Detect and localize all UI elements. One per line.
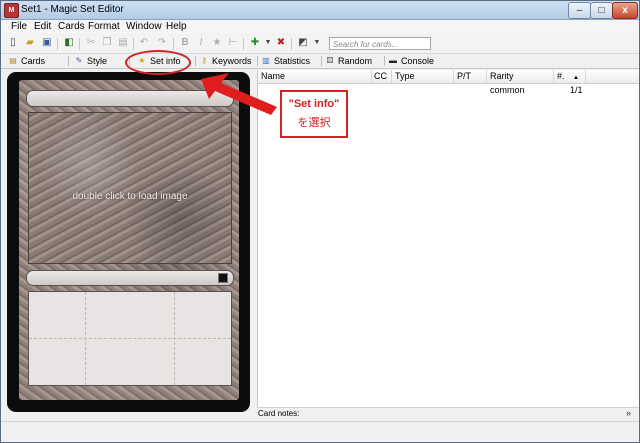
menu-format[interactable]: Format [88,21,120,32]
rotate-icon[interactable]: ◩ [297,37,309,49]
close-button[interactable]: x [612,2,638,19]
add-card-dropdown-icon[interactable]: ▼ [262,37,274,49]
new-icon[interactable]: ▯ [7,37,19,49]
column-cc-label: CC [374,71,387,81]
column-pt[interactable]: P/T [454,70,487,83]
menu-cards[interactable]: Cards [58,21,85,32]
paste-icon[interactable]: ▤ [117,37,129,49]
export-icon[interactable]: ◧ [63,37,75,49]
rotate-dropdown-icon[interactable]: ▼ [311,37,323,49]
tab-label: Statistics [274,56,311,66]
card-list-header: Name CC Type P/T Rarity #. ▲ [258,70,639,84]
remove-card-icon[interactable]: ✖ [275,37,287,49]
window-title: Set1 - Magic Set Editor [21,4,124,15]
card-type-field[interactable] [26,270,234,286]
tab-statistics[interactable]: ▥ Statistics [260,55,310,67]
set-symbol-icon[interactable] [218,273,228,283]
search-input[interactable]: Search for cards... [329,37,431,50]
tab-label: Random [338,56,373,66]
art-placeholder-text: double click to load image [72,191,188,202]
column-rarity[interactable]: Rarity [487,70,554,83]
card-art-box[interactable]: double click to load image [28,112,232,264]
annotation-arrow-icon [201,73,277,115]
app-icon: M [4,3,19,18]
reminder-icon[interactable]: ⊢ [227,37,239,49]
annotation-line-2: を選択 [297,117,331,129]
undo-icon[interactable]: ↶ [138,37,150,49]
menu-edit[interactable]: Edit [34,21,51,32]
cards-icon: ▤ [9,56,17,65]
column-number[interactable]: #. ▲ [554,70,586,83]
column-type[interactable]: Type [392,70,454,83]
toolbar: ▯ ▰ ▣ ◧ ✂ ❐ ▤ ↶ ↷ B I ★ ⊢ ✚ ▼ ✖ ◩ ▼ Sear… [1,35,639,54]
annotation-callout: "Set info" を選択 [280,90,348,138]
menu-window[interactable]: Window [126,21,162,32]
bold-icon[interactable]: B [179,37,191,49]
console-icon: ▬ [389,56,397,65]
maximize-button[interactable]: □ [590,2,613,19]
tab-label: Console [401,56,435,66]
cell-rarity: common [490,85,525,95]
tab-style[interactable]: ✎ Style [73,55,107,67]
menu-help[interactable]: Help [166,21,187,32]
redo-icon[interactable]: ↷ [156,37,168,49]
save-icon[interactable]: ▣ [41,37,53,49]
minimize-button[interactable]: – [568,2,591,19]
bar-chart-icon: ▥ [262,56,270,65]
cell-number: 1/1 [570,85,583,95]
card-face: double click to load image [19,80,239,400]
status-bar [1,421,639,442]
highlight-circle [125,50,191,75]
sort-indicator-icon: ▲ [573,75,579,81]
expand-notes-icon[interactable]: » [626,408,631,418]
tab-keywords[interactable]: ⚷ Keywords [198,55,252,67]
add-card-icon[interactable]: ✚ [249,37,261,49]
open-icon[interactable]: ▰ [24,37,36,49]
symbol-icon[interactable]: ★ [211,37,223,49]
tab-bar: ▤ Cards ✎ Style ★ Set info ⚷ Keywords ▥ Stati… [1,54,639,69]
card-text-box[interactable] [28,291,232,386]
italic-icon[interactable]: I [195,37,207,49]
title-bar: M Set1 - Magic Set Editor – □ x [1,1,639,20]
copy-icon[interactable]: ❐ [101,37,113,49]
dice-icon: ⚄ [326,56,334,65]
tab-label: Keywords [212,56,252,66]
key-icon: ⚷ [201,56,207,65]
tab-label: Cards [21,56,46,66]
tab-console[interactable]: ▬ Console [387,55,434,67]
column-number-label: #. [557,71,565,81]
card-preview-pane: double click to load image [6,71,252,413]
card-notes-bar: Card notes: » [257,407,639,420]
brush-icon: ✎ [75,56,83,65]
tab-label: Style [87,56,108,66]
annotation-line-1: "Set info" [288,98,340,110]
tab-cards[interactable]: ▤ Cards [7,55,45,67]
menu-bar: File Edit Cards Format Window Help [1,20,639,34]
card-notes-label: Card notes: [258,409,300,418]
tab-random[interactable]: ⚄ Random [324,55,373,67]
app-window: M Set1 - Magic Set Editor – □ x File Edi… [0,0,640,443]
cut-icon[interactable]: ✂ [85,37,97,49]
menu-file[interactable]: File [11,21,27,32]
card-frame: double click to load image [7,72,250,412]
